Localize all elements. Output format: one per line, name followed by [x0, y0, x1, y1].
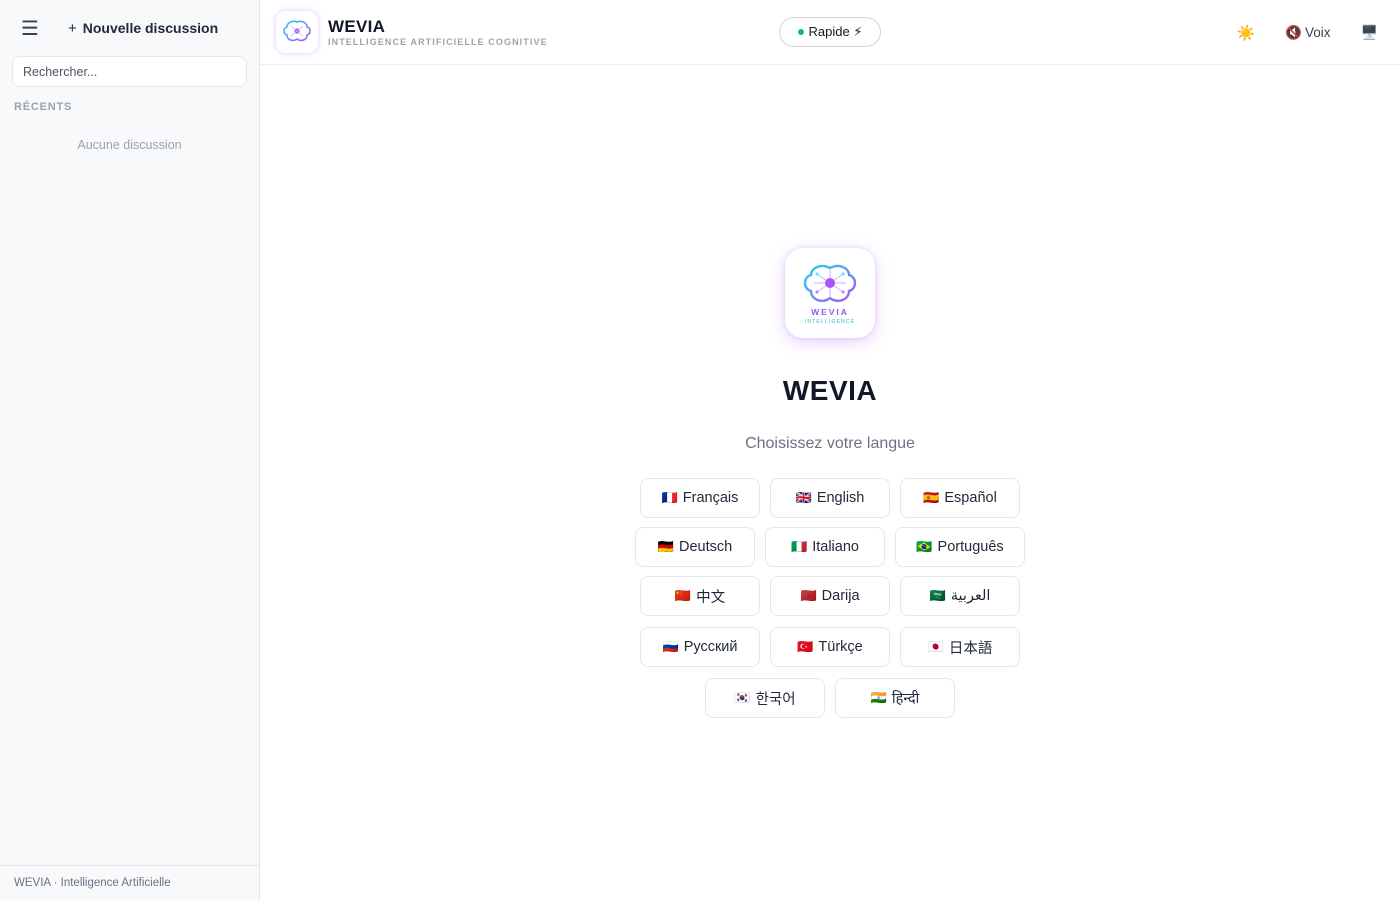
- flag-icon: 🇬🇧: [795, 490, 812, 505]
- language-button[interactable]: 🇮🇳 हिन्दी: [835, 678, 955, 718]
- flag-icon: 🇧🇷: [916, 539, 933, 554]
- language-button[interactable]: 🇧🇷 Português: [895, 527, 1025, 567]
- language-button[interactable]: 🇹🇷 Türkçe: [770, 627, 890, 667]
- flag-icon: 🇲🇦: [800, 588, 817, 603]
- language-label: Español: [944, 490, 997, 506]
- language-label: 中文: [696, 589, 726, 606]
- search-input[interactable]: [12, 56, 247, 87]
- sidebar-top: ☰ + Nouvelle discussion: [0, 0, 259, 56]
- language-label: 日本語: [948, 640, 993, 657]
- flag-icon: 🇷🇺: [662, 639, 679, 654]
- monitor-icon: 🖥️: [1360, 24, 1378, 40]
- logo-word: WEVIA: [811, 306, 849, 317]
- theme-toggle-button[interactable]: ☀️: [1237, 24, 1256, 42]
- mode-label: Rapide ⚡: [808, 24, 863, 39]
- voice-label: Voix: [1305, 25, 1331, 40]
- language-button[interactable]: 🇬🇧 English: [770, 478, 890, 518]
- language-label: 한국어: [755, 691, 796, 708]
- welcome-title: WEVIA: [782, 375, 878, 406]
- logo-subtext: INTELLIGENCE: [804, 318, 856, 325]
- plus-icon: +: [68, 19, 77, 37]
- brand-text: WEVIA INTELLIGENCE ARTIFICIELLE COGNITIV…: [328, 17, 548, 47]
- mode-selector-button[interactable]: Rapide ⚡: [779, 17, 881, 47]
- language-button[interactable]: 🇲🇦 Darija: [770, 576, 890, 616]
- header-actions: ☀️ 🔇 Voix 🖥️: [1237, 0, 1378, 65]
- status-dot-icon: [797, 29, 804, 35]
- voice-toggle-button[interactable]: 🔇 Voix: [1285, 25, 1330, 41]
- recents-label: RÉCENTS: [14, 101, 73, 113]
- flag-icon: 🇪🇸: [923, 490, 940, 505]
- language-label: Türkçe: [818, 639, 863, 655]
- welcome-screen: WEVIA INTELLIGENCE WEVIA Choisissez votr…: [260, 65, 1400, 900]
- flag-icon: 🇸🇦: [929, 588, 946, 603]
- empty-state: Aucune discussion: [77, 138, 182, 152]
- language-button[interactable]: 🇮🇹 Italiano: [765, 527, 885, 567]
- new-chat-label: Nouvelle discussion: [82, 20, 219, 36]
- language-label: हिन्दी: [891, 691, 920, 707]
- new-chat-button[interactable]: + Nouvelle discussion: [68, 20, 218, 37]
- flag-icon: 🇯🇵: [927, 639, 944, 654]
- sidebar: ☰ + Nouvelle discussion RÉCENTS Aucune d…: [0, 0, 260, 900]
- menu-icon[interactable]: ☰: [14, 12, 46, 44]
- flag-icon: 🇩🇪: [657, 539, 674, 554]
- flag-icon: 🇫🇷: [661, 490, 678, 505]
- language-label: Português: [937, 539, 1004, 555]
- language-button[interactable]: 🇨🇳 中文: [640, 576, 760, 616]
- flag-icon: 🇨🇳: [674, 588, 692, 603]
- flag-icon: 🇰🇷: [734, 690, 751, 705]
- brain-logo-icon: [283, 20, 311, 42]
- language-label: Русский: [683, 639, 738, 655]
- language-label: Italiano: [812, 539, 859, 555]
- language-label: Deutsch: [678, 539, 733, 555]
- flag-icon: 🇮🇹: [791, 539, 808, 554]
- language-label: English: [816, 490, 865, 506]
- language-button[interactable]: 🇫🇷 Français: [640, 478, 760, 518]
- language-button[interactable]: 🇯🇵 日本語: [900, 627, 1020, 667]
- brand-name: WEVIA: [328, 17, 386, 36]
- search-wrap: [0, 56, 259, 87]
- sidebar-footer: WEVIA · Intelligence Artificielle: [0, 865, 259, 900]
- muted-speaker-icon: 🔇: [1285, 24, 1303, 40]
- brain-logo-icon: [803, 264, 857, 302]
- flag-icon: 🇮🇳: [870, 690, 887, 705]
- language-button[interactable]: 🇸🇦 العربية: [900, 576, 1020, 616]
- brand-subtitle: INTELLIGENCE ARTIFICIELLE COGNITIVE: [328, 37, 548, 47]
- language-button[interactable]: 🇪🇸 Español: [900, 478, 1020, 518]
- language-label: العربية: [950, 588, 991, 604]
- language-label: Français: [682, 490, 739, 506]
- hero-logo: WEVIA INTELLIGENCE: [785, 248, 875, 338]
- language-button[interactable]: 🇷🇺 Русский: [640, 627, 760, 667]
- flag-icon: 🇹🇷: [797, 639, 814, 654]
- app-root: ☰ + Nouvelle discussion RÉCENTS Aucune d…: [0, 0, 1400, 900]
- language-button[interactable]: 🇰🇷 한국어: [705, 678, 825, 718]
- language-label: Darija: [821, 588, 860, 604]
- sun-icon: ☀️: [1236, 24, 1256, 42]
- screen-button[interactable]: 🖥️: [1361, 24, 1378, 41]
- topbar: WEVIA INTELLIGENCE ARTIFICIELLE COGNITIV…: [260, 0, 1400, 65]
- language-button[interactable]: 🇩🇪 Deutsch: [635, 527, 755, 567]
- brand-logo-icon[interactable]: [276, 11, 318, 53]
- main-panel: WEVIA INTELLIGENCE ARTIFICIELLE COGNITIV…: [260, 0, 1400, 900]
- welcome-subtitle: Choisissez votre langue: [745, 435, 915, 452]
